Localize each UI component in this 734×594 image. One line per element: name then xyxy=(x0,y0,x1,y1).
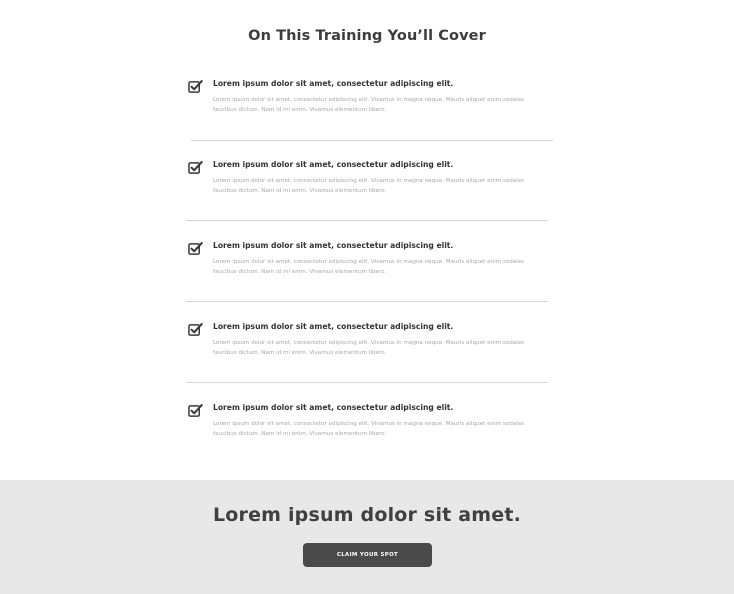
claim-your-spot-button[interactable]: CLAIM YOUR SPOT xyxy=(303,543,432,567)
divider xyxy=(186,301,548,302)
item-description: Lorem ipsum dolor sit amet, consectetur … xyxy=(213,340,525,356)
divider xyxy=(186,382,548,383)
checkbox-checked-icon xyxy=(188,404,203,417)
checkbox-checked-icon xyxy=(188,80,203,93)
item-description: Lorem ipsum dolor sit amet, consectetur … xyxy=(213,259,525,275)
divider xyxy=(191,140,553,141)
checkbox-checked-icon xyxy=(188,242,203,255)
section-title: On This Training You’ll Cover xyxy=(248,28,486,44)
item-description: Lorem ipsum dolor sit amet, consectetur … xyxy=(213,178,525,194)
item-description: Lorem ipsum dolor sit amet, consectetur … xyxy=(213,421,525,437)
item-heading: Lorem ipsum dolor sit amet, consectetur … xyxy=(213,241,454,250)
item-description: Lorem ipsum dolor sit amet, consectetur … xyxy=(213,97,525,113)
item-heading: Lorem ipsum dolor sit amet, consectetur … xyxy=(213,79,454,88)
item-heading: Lorem ipsum dolor sit amet, consectetur … xyxy=(213,403,454,412)
divider xyxy=(186,220,548,221)
checkbox-checked-icon xyxy=(188,323,203,336)
item-heading: Lorem ipsum dolor sit amet, consectetur … xyxy=(213,160,454,169)
item-heading: Lorem ipsum dolor sit amet, consectetur … xyxy=(213,322,454,331)
cta-section: Lorem ipsum dolor sit amet. CLAIM YOUR S… xyxy=(0,480,734,594)
landing-page: On This Training You’ll Cover Lorem ipsu… xyxy=(0,0,734,594)
cta-heading: Lorem ipsum dolor sit amet. xyxy=(212,504,522,526)
checkbox-checked-icon xyxy=(188,161,203,174)
